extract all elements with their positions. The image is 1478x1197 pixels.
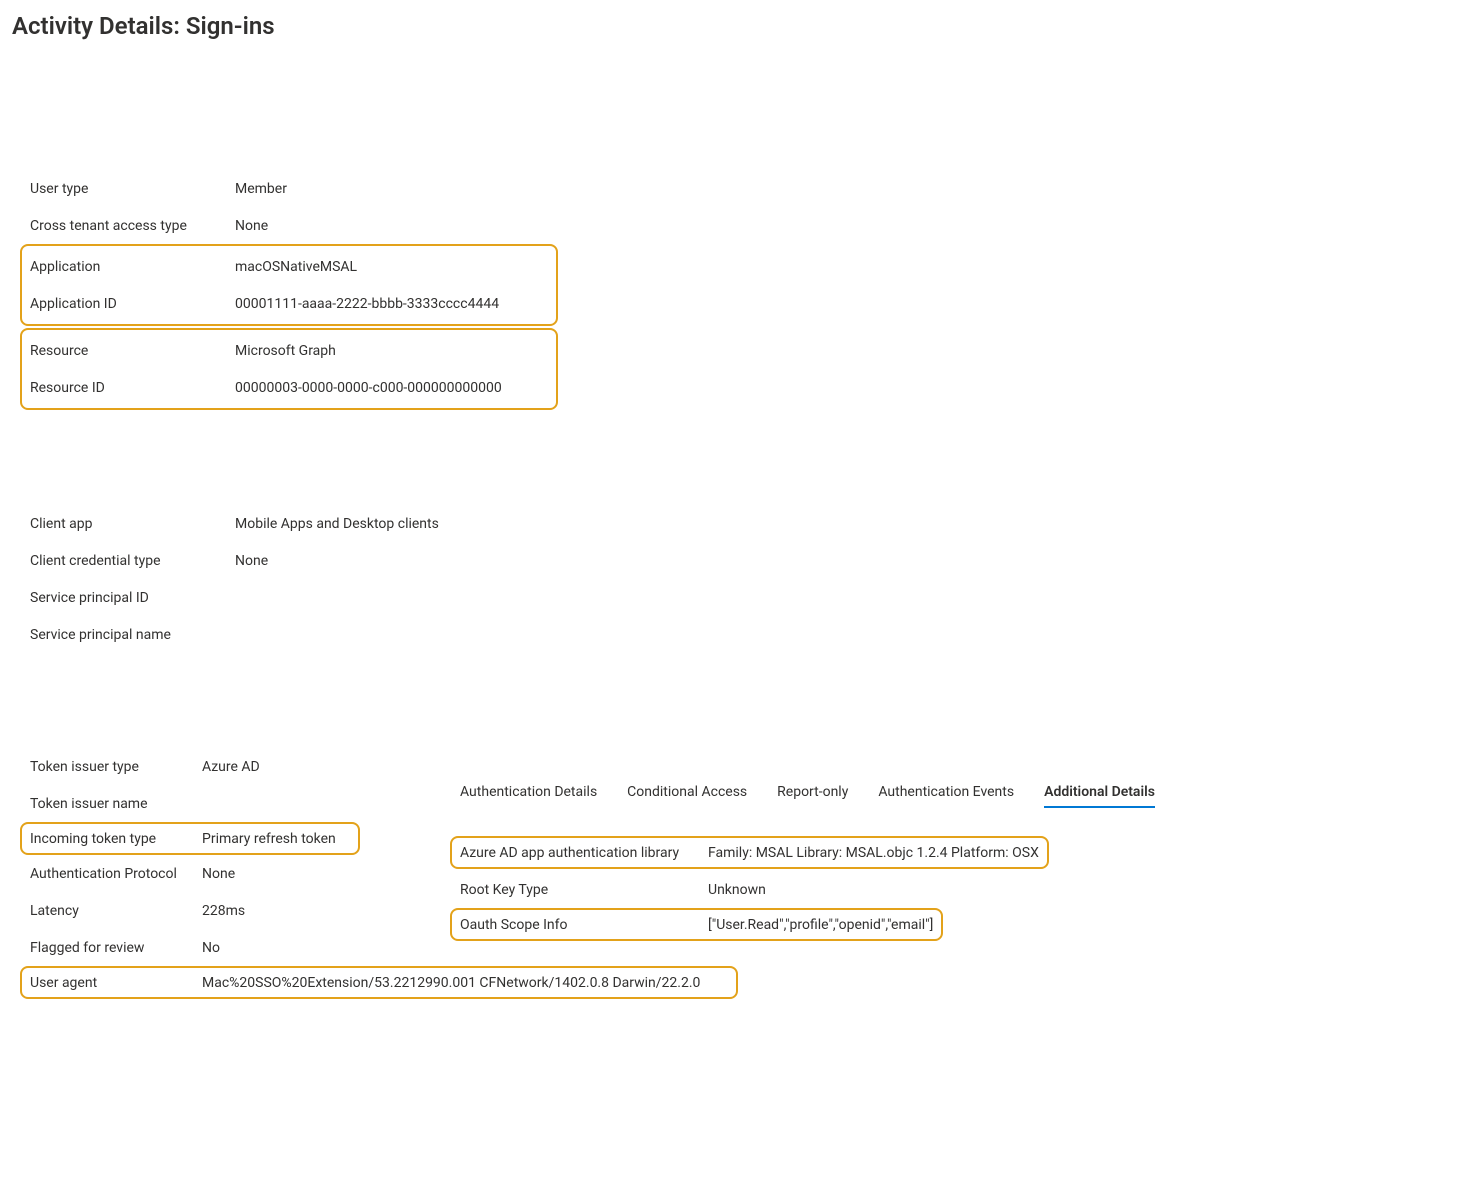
value-resource: Microsoft Graph bbox=[235, 343, 336, 359]
label-root-key: Root Key Type bbox=[460, 882, 708, 898]
row-flagged: Flagged for review No bbox=[30, 929, 410, 966]
left-column: Token issuer type Azure AD Token issuer … bbox=[30, 748, 410, 999]
value-root-key: Unknown bbox=[708, 882, 766, 898]
label-client-cred: Client credential type bbox=[30, 553, 235, 569]
row-resource: Resource Microsoft Graph bbox=[30, 332, 548, 369]
label-token-issuer-name: Token issuer name bbox=[30, 796, 202, 812]
label-sp-id: Service principal ID bbox=[30, 590, 235, 606]
row-token-issuer-name: Token issuer name bbox=[30, 785, 410, 822]
label-application-id: Application ID bbox=[30, 296, 235, 312]
value-auth-library: Family: MSAL Library: MSAL.objc 1.2.4 Pl… bbox=[708, 845, 1039, 861]
section-basic-info: User type Member Cross tenant access typ… bbox=[30, 170, 1466, 410]
value-latency: 228ms bbox=[202, 903, 245, 919]
label-auth-library: Azure AD app authentication library bbox=[460, 845, 708, 861]
value-user-type: Member bbox=[235, 181, 287, 197]
row-auth-protocol: Authentication Protocol None bbox=[30, 855, 410, 892]
value-token-issuer-type: Azure AD bbox=[202, 759, 260, 775]
highlight-resource: Resource Microsoft Graph Resource ID 000… bbox=[20, 328, 558, 410]
row-latency: Latency 228ms bbox=[30, 892, 410, 929]
page-title: Activity Details: Sign-ins bbox=[12, 12, 1466, 40]
label-token-issuer-type: Token issuer type bbox=[30, 759, 202, 775]
row-resource-id: Resource ID 00000003-0000-0000-c000-0000… bbox=[30, 369, 548, 406]
row-user-type: User type Member bbox=[30, 170, 1466, 207]
value-resource-id: 00000003-0000-0000-c000-000000000000 bbox=[235, 380, 502, 396]
row-cross-tenant: Cross tenant access type None bbox=[30, 207, 1466, 244]
row-sp-id: Service principal ID bbox=[30, 579, 1466, 616]
row-application-id: Application ID 00001111-aaaa-2222-bbbb-3… bbox=[30, 285, 548, 322]
tab-additional-details[interactable]: Additional Details bbox=[1044, 784, 1155, 808]
label-resource-id: Resource ID bbox=[30, 380, 235, 396]
right-column: Authentication Details Conditional Acces… bbox=[460, 748, 1466, 999]
label-user-type: User type bbox=[30, 181, 235, 197]
value-application: macOSNativeMSAL bbox=[235, 259, 357, 275]
tabs: Authentication Details Conditional Acces… bbox=[460, 784, 1466, 808]
section-lower: Token issuer type Azure AD Token issuer … bbox=[30, 748, 1466, 999]
label-oauth-scope: Oauth Scope Info bbox=[460, 917, 708, 933]
label-user-agent: User agent bbox=[30, 975, 202, 991]
row-token-issuer-type: Token issuer type Azure AD bbox=[30, 748, 410, 785]
label-incoming-token: Incoming token type bbox=[30, 831, 202, 847]
value-oauth-scope: ["User.Read","profile","openid","email"] bbox=[708, 917, 933, 933]
tab-authentication-events[interactable]: Authentication Events bbox=[878, 784, 1014, 808]
tab-report-only[interactable]: Report-only bbox=[777, 784, 848, 808]
highlight-oauth-scope: Oauth Scope Info ["User.Read","profile",… bbox=[450, 908, 943, 941]
highlight-application: Application macOSNativeMSAL Application … bbox=[20, 244, 558, 326]
row-root-key: Root Key Type Unknown bbox=[460, 871, 1466, 908]
value-application-id: 00001111-aaaa-2222-bbbb-3333cccc4444 bbox=[235, 296, 499, 312]
label-latency: Latency bbox=[30, 903, 202, 919]
value-auth-protocol: None bbox=[202, 866, 235, 882]
row-client-cred: Client credential type None bbox=[30, 542, 1466, 579]
value-client-cred: None bbox=[235, 553, 268, 569]
label-client-app: Client app bbox=[30, 516, 235, 532]
label-cross-tenant: Cross tenant access type bbox=[30, 218, 235, 234]
tab-authentication-details[interactable]: Authentication Details bbox=[460, 784, 597, 808]
label-auth-protocol: Authentication Protocol bbox=[30, 866, 202, 882]
highlight-auth-library: Azure AD app authentication library Fami… bbox=[450, 836, 1049, 869]
row-application: Application macOSNativeMSAL bbox=[30, 248, 548, 285]
value-incoming-token: Primary refresh token bbox=[202, 831, 336, 847]
label-sp-name: Service principal name bbox=[30, 627, 235, 643]
value-cross-tenant: None bbox=[235, 218, 268, 234]
highlight-incoming-token: Incoming token type Primary refresh toke… bbox=[20, 822, 360, 855]
row-sp-name: Service principal name bbox=[30, 616, 1466, 653]
value-flagged: No bbox=[202, 940, 220, 956]
row-client-app: Client app Mobile Apps and Desktop clien… bbox=[30, 505, 1466, 542]
label-application: Application bbox=[30, 259, 235, 275]
label-resource: Resource bbox=[30, 343, 235, 359]
label-flagged: Flagged for review bbox=[30, 940, 202, 956]
value-client-app: Mobile Apps and Desktop clients bbox=[235, 516, 439, 532]
section-client-info: Client app Mobile Apps and Desktop clien… bbox=[30, 505, 1466, 653]
tab-conditional-access[interactable]: Conditional Access bbox=[627, 784, 747, 808]
